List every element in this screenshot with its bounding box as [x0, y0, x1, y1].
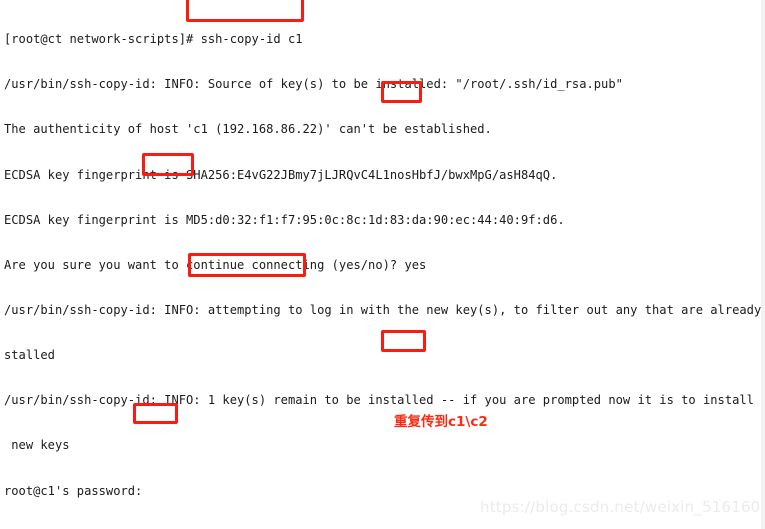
terminal-line: /usr/bin/ssh-copy-id: INFO: attempting t… — [4, 302, 765, 317]
scrollbar-track[interactable] — [761, 0, 765, 529]
terminal-line: stalled — [4, 348, 55, 363]
terminal-line: root@c1's password: — [4, 483, 143, 498]
terminal-line: The authenticity of host 'c1 (192.168.86… — [4, 122, 492, 137]
terminal-line: /usr/bin/ssh-copy-id: INFO: Source of ke… — [4, 77, 623, 92]
terminal-line: ECDSA key fingerprint is MD5:d0:32:f1:f7… — [4, 212, 565, 227]
terminal-line: new keys — [4, 438, 70, 453]
terminal-line: /usr/bin/ssh-copy-id: INFO: 1 key(s) rem… — [4, 393, 765, 408]
terminal-output[interactable]: [root@ct network-scripts]# ssh-copy-id c… — [4, 2, 765, 529]
watermark-url: https://blog.csdn.net/weixin_51616026 — [480, 498, 765, 516]
terminal-screenshot: [root@ct network-scripts]# ssh-copy-id c… — [0, 0, 765, 529]
terminal-line: [root@ct network-scripts]# ssh-copy-id c… — [4, 32, 303, 47]
terminal-line: Are you sure you want to continue connec… — [4, 257, 427, 272]
terminal-line: ECDSA key fingerprint is SHA256:E4vG22JB… — [4, 167, 558, 182]
annotation-note: 重复传到c1\c2 — [394, 414, 488, 430]
